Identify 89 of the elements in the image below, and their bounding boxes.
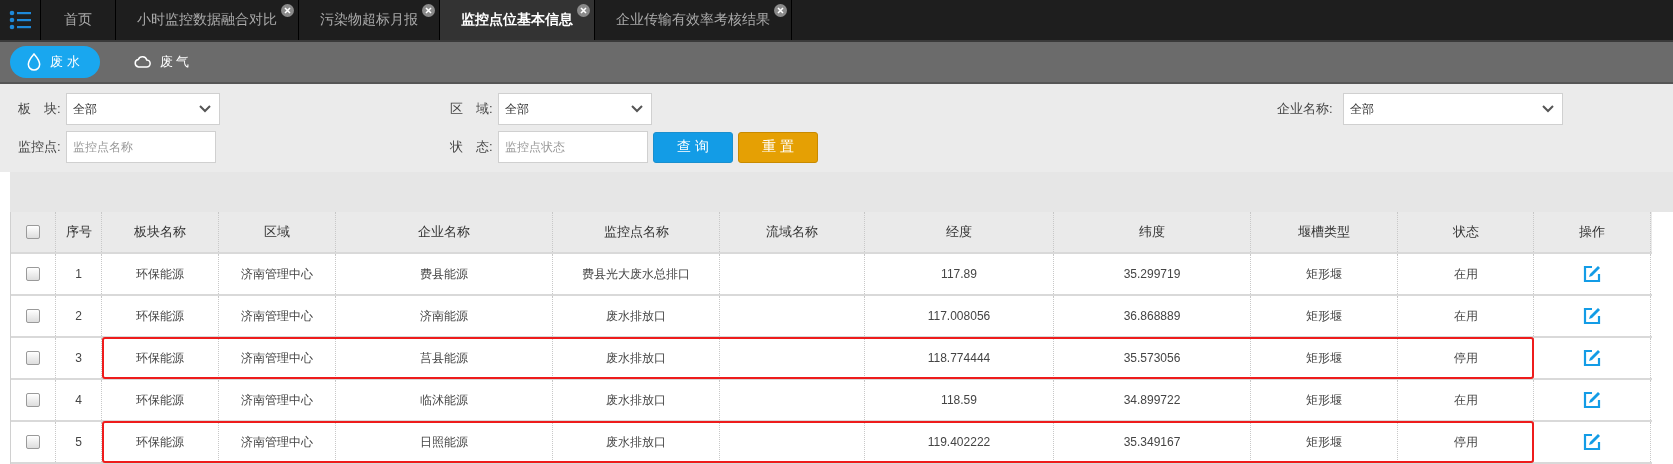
column-header: 状态: [1398, 212, 1534, 252]
table-cell: 环保能源: [102, 380, 219, 420]
field-label: 监控点:: [18, 138, 62, 156]
table-cell: 济南管理中心: [219, 254, 336, 294]
close-icon[interactable]: [422, 4, 435, 17]
table-cell: 1: [56, 254, 102, 294]
chevron-down-icon: [631, 105, 643, 113]
checkbox[interactable]: [26, 351, 40, 365]
table-cell: 4: [56, 380, 102, 420]
tab[interactable]: 废 气: [117, 46, 210, 78]
field-label: 企业名称:: [1277, 100, 1334, 118]
field-label: 状 态:: [450, 138, 494, 156]
table-cell: 停用: [1398, 422, 1534, 462]
edit-icon[interactable]: [1583, 349, 1601, 367]
table-cell: 废水排放口: [553, 422, 720, 462]
select-field[interactable]: 全部: [66, 93, 220, 125]
column-header: 区域: [219, 212, 336, 252]
table-cell: 济南管理中心: [219, 296, 336, 336]
table-cell: 在用: [1398, 254, 1534, 294]
select-field[interactable]: 全部: [1343, 93, 1563, 125]
close-icon[interactable]: [774, 4, 787, 17]
select-field[interactable]: 全部: [498, 93, 652, 125]
checkbox[interactable]: [26, 393, 40, 407]
table-cell: 济南能源: [336, 296, 553, 336]
column-header: 监控点名称: [553, 212, 720, 252]
table-cell: 118.59: [865, 380, 1054, 420]
table-cell: 济南管理中心: [219, 422, 336, 462]
table-cell: 矩形堰: [1251, 254, 1398, 294]
table-cell: 环保能源: [102, 422, 219, 462]
close-icon[interactable]: [577, 4, 590, 17]
table-cell: 2: [56, 296, 102, 336]
drop-icon: [26, 53, 42, 71]
checkbox[interactable]: [26, 309, 40, 323]
table-cell: 119.402222: [865, 422, 1054, 462]
table-cell: 117.008056: [865, 296, 1054, 336]
table-cell: 废水排放口: [553, 296, 720, 336]
table-cell: 117.89: [865, 254, 1054, 294]
table-cell: 日照能源: [336, 422, 553, 462]
table-cell: 莒县能源: [336, 338, 553, 378]
table-cell: 矩形堰: [1251, 338, 1398, 378]
table-cell: 36.868889: [1054, 296, 1251, 336]
checkbox[interactable]: [26, 267, 40, 281]
edit-icon[interactable]: [1583, 433, 1601, 451]
table-cell: 废水排放口: [553, 380, 720, 420]
edit-icon[interactable]: [1583, 307, 1601, 325]
edit-icon[interactable]: [1583, 391, 1601, 409]
table-cell: 环保能源: [102, 296, 219, 336]
table-cell: 费县光大废水总排口: [553, 254, 720, 294]
table-cell: 35.349167: [1054, 422, 1251, 462]
table-cell: 35.573056: [1054, 338, 1251, 378]
column-header: 企业名称: [336, 212, 553, 252]
table-cell: 环保能源: [102, 338, 219, 378]
table-cell: 矩形堰: [1251, 296, 1398, 336]
column-header: 堰槽类型: [1251, 212, 1398, 252]
table-cell: 临沭能源: [336, 380, 553, 420]
column-header: 经度: [865, 212, 1054, 252]
column-header: 纬度: [1054, 212, 1251, 252]
cloud-icon: [133, 53, 152, 71]
table-cell: 济南管理中心: [219, 338, 336, 378]
checkbox[interactable]: [26, 225, 40, 239]
column-header: 操作: [1534, 212, 1651, 252]
table-cell: 废水排放口: [553, 338, 720, 378]
table-cell: 停用: [1398, 338, 1534, 378]
field-label: 区 域:: [450, 100, 494, 118]
input-field[interactable]: 监控点状态: [498, 131, 648, 163]
table-cell: 费县能源: [336, 254, 553, 294]
chevron-down-icon: [199, 105, 211, 113]
table-cell: 在用: [1398, 296, 1534, 336]
table-cell: 济南管理中心: [219, 380, 336, 420]
input-field[interactable]: 监控点名称: [66, 131, 216, 163]
column-header: 序号: [56, 212, 102, 252]
table-cell: 35.299719: [1054, 254, 1251, 294]
tab[interactable]: 监控点位基本信息: [440, 0, 595, 40]
table-cell: 矩形堰: [1251, 380, 1398, 420]
table-cell: 矩形堰: [1251, 422, 1398, 462]
close-icon[interactable]: [281, 4, 294, 17]
table-cell: 3: [56, 338, 102, 378]
field-label: 板 块:: [18, 100, 62, 118]
table-cell: 在用: [1398, 380, 1534, 420]
table-cell: 34.899722: [1054, 380, 1251, 420]
table-cell: 5: [56, 422, 102, 462]
column-header: 板块名称: [102, 212, 219, 252]
table-cell: 环保能源: [102, 254, 219, 294]
checkbox[interactable]: [26, 435, 40, 449]
table-cell: 118.774444: [865, 338, 1054, 378]
column-header: 流域名称: [720, 212, 865, 252]
edit-icon[interactable]: [1583, 265, 1601, 283]
chevron-down-icon: [1542, 105, 1554, 113]
menu-icon[interactable]: [9, 10, 31, 30]
